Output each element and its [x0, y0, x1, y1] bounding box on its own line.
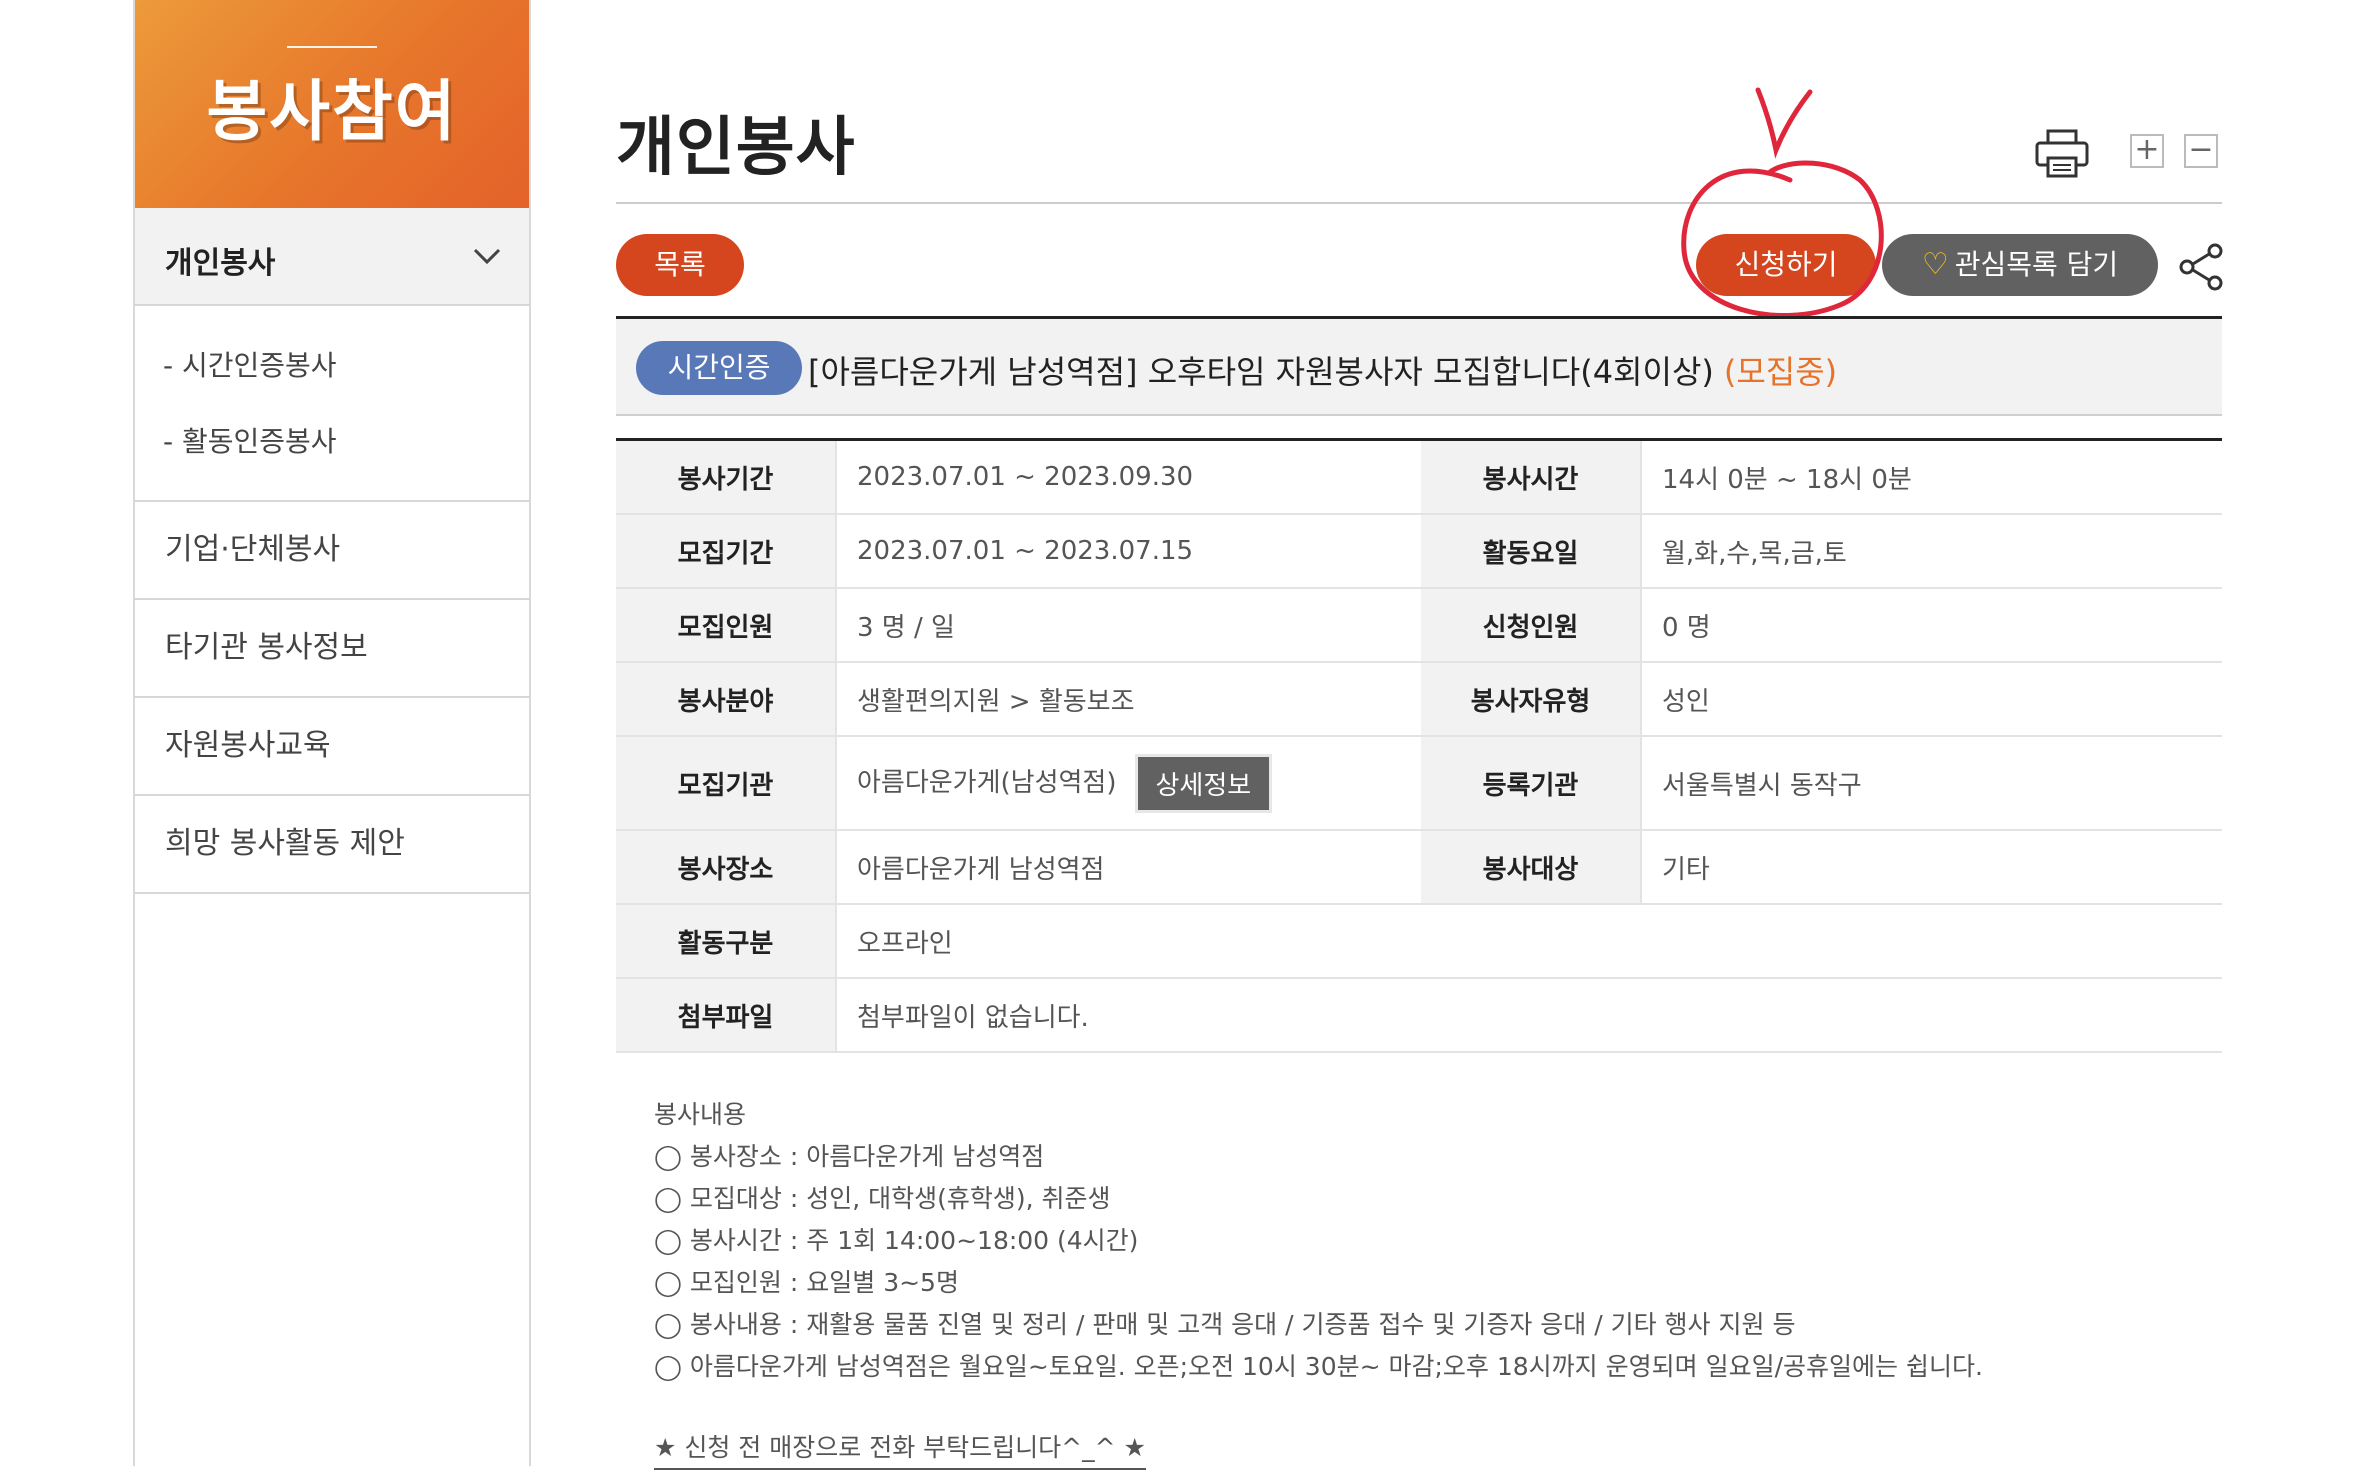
row-label: 모집인원: [616, 588, 837, 663]
row-value: 기타: [1641, 830, 2222, 905]
zoom-in-button[interactable]: +: [2130, 134, 2164, 168]
content-line: ◯ 봉사시간 : 주 1회 14:00~18:00 (4시간): [654, 1226, 1139, 1255]
organization-name: 아름다운가게(남성역점): [857, 767, 1117, 798]
row-label: 모집기간: [616, 514, 837, 589]
content-line: ◯ 모집인원 : 요일별 3~5명: [654, 1268, 959, 1297]
content-line: ◯ 봉사내용 : 재활용 물품 진열 및 정리 / 판매 및 고객 응대 / 기…: [654, 1310, 1796, 1339]
sidebar-item-personal-volunteer[interactable]: 개인봉사: [135, 208, 529, 306]
row-value: 2023.07.01 ~ 2023.09.30: [836, 439, 1421, 515]
row-value: 월,화,수,목,금,토: [1641, 514, 2222, 589]
row-label: 봉사분야: [616, 662, 837, 737]
sidebar-sub-list: - 시간인증봉사 - 활동인증봉사: [135, 306, 529, 502]
row-value: 2023.07.01 ~ 2023.07.15: [836, 514, 1421, 589]
row-value: 0 명: [1641, 588, 2222, 663]
row-value: 아름다운가게(남성역점) 상세정보: [836, 736, 1421, 831]
sidebar-item-corporate[interactable]: 기업·단체봉사: [135, 502, 529, 600]
sidebar-item-other-agencies[interactable]: 타기관 봉사정보: [135, 600, 529, 698]
row-label: 첨부파일: [616, 978, 837, 1053]
row-label: 봉사장소: [616, 830, 837, 905]
table-row: 첨부파일 첨부파일이 없습니다.: [616, 978, 2222, 1053]
row-label: 모집기관: [616, 736, 837, 831]
sidebar-item-education[interactable]: 자원봉사교육: [135, 698, 529, 796]
recruit-status: (모집중): [1723, 353, 1838, 391]
row-label: 활동요일: [1421, 514, 1642, 589]
page-title: 개인봉사: [616, 111, 856, 185]
row-label: 봉사기간: [616, 439, 837, 515]
title-divider: [616, 202, 2222, 204]
sidebar-header: 봉사참여: [135, 0, 529, 208]
table-row: 봉사장소 아름다운가게 남성역점 봉사대상 기타: [616, 830, 2222, 905]
apply-button[interactable]: 신청하기: [1696, 234, 1876, 296]
post-title-text: [아름다운가게 남성역점] 오후타임 자원봉사자 모집합니다(4회이상): [808, 353, 1714, 391]
print-icon[interactable]: [2034, 128, 2090, 180]
row-value: 오프라인: [836, 904, 2222, 979]
row-value: 3 명 / 일: [836, 588, 1421, 663]
volunteer-content: 봉사내용 ◯ 봉사장소 : 아름다운가게 남성역점 ◯ 모집대상 : 성인, 대…: [654, 1094, 1983, 1470]
list-button[interactable]: 목록: [616, 234, 744, 296]
content-note: ★ 신청 전 매장으로 전화 부탁드립니다^_^ ★: [654, 1428, 1146, 1470]
favorite-label: 관심목록 담기: [1954, 248, 2119, 281]
table-row: 모집기관 아름다운가게(남성역점) 상세정보 등록기관 서울특별시 동작구: [616, 736, 2222, 831]
zoom-out-button[interactable]: −: [2184, 134, 2218, 168]
certification-badge: 시간인증: [636, 341, 802, 395]
content-line: ◯ 아름다운가게 남성역점은 월요일~토요일. 오픈;오전 10시 30분~ 마…: [654, 1352, 1983, 1381]
row-value: 첨부파일이 없습니다.: [836, 978, 2222, 1053]
content-line: ◯ 모집대상 : 성인, 대학생(휴학생), 취준생: [654, 1184, 1111, 1213]
sidebar: 봉사참여 개인봉사 - 시간인증봉사 - 활동인증봉사 기업·단체봉사 타기관 …: [133, 0, 531, 1466]
row-label: 신청인원: [1421, 588, 1642, 663]
table-row: 모집인원 3 명 / 일 신청인원 0 명: [616, 588, 2222, 663]
row-label: 봉사대상: [1421, 830, 1642, 905]
header-decoration: [287, 46, 377, 48]
chevron-down-icon: [473, 248, 501, 265]
sidebar-item-proposal[interactable]: 희망 봉사활동 제안: [135, 796, 529, 894]
share-icon[interactable]: [2176, 242, 2226, 292]
sidebar-subitem-activity-certified[interactable]: - 활동인증봉사: [135, 404, 529, 480]
post-title: [아름다운가게 남성역점] 오후타임 자원봉사자 모집합니다(4회이상) (모집중…: [808, 347, 1837, 393]
table-row: 봉사기간 2023.07.01 ~ 2023.09.30 봉사시간 14시 0분…: [616, 439, 2222, 515]
table-row: 활동구분 오프라인: [616, 904, 2222, 979]
row-label: 활동구분: [616, 904, 837, 979]
row-label: 봉사시간: [1421, 439, 1642, 515]
details-table: 봉사기간 2023.07.01 ~ 2023.09.30 봉사시간 14시 0분…: [616, 438, 2222, 1053]
table-row: 모집기간 2023.07.01 ~ 2023.07.15 활동요일 월,화,수,…: [616, 514, 2222, 589]
heart-icon: ♡: [1921, 247, 1949, 282]
content-line: ◯ 봉사장소 : 아름다운가게 남성역점: [654, 1142, 1045, 1171]
table-row: 봉사분야 생활편의지원 > 활동보조 봉사자유형 성인: [616, 662, 2222, 737]
organization-detail-button[interactable]: 상세정보: [1134, 753, 1273, 813]
add-favorite-button[interactable]: ♡ 관심목록 담기: [1882, 234, 2158, 296]
row-label: 등록기관: [1421, 736, 1642, 831]
post-title-box: 시간인증 [아름다운가게 남성역점] 오후타임 자원봉사자 모집합니다(4회이상…: [616, 316, 2222, 416]
row-value: 서울특별시 동작구: [1641, 736, 2222, 831]
sidebar-title: 봉사참여: [206, 73, 458, 150]
annotation-check-circle: [1681, 87, 1884, 318]
row-value: 14시 0분 ~ 18시 0분: [1641, 439, 2222, 515]
row-label: 봉사자유형: [1421, 662, 1642, 737]
sidebar-item-label: 개인봉사: [165, 246, 276, 281]
row-value: 생활편의지원 > 활동보조: [836, 662, 1421, 737]
sidebar-subitem-time-certified[interactable]: - 시간인증봉사: [135, 328, 529, 404]
row-value: 성인: [1641, 662, 2222, 737]
row-value: 아름다운가게 남성역점: [836, 830, 1421, 905]
content-heading: 봉사내용: [654, 1100, 747, 1129]
